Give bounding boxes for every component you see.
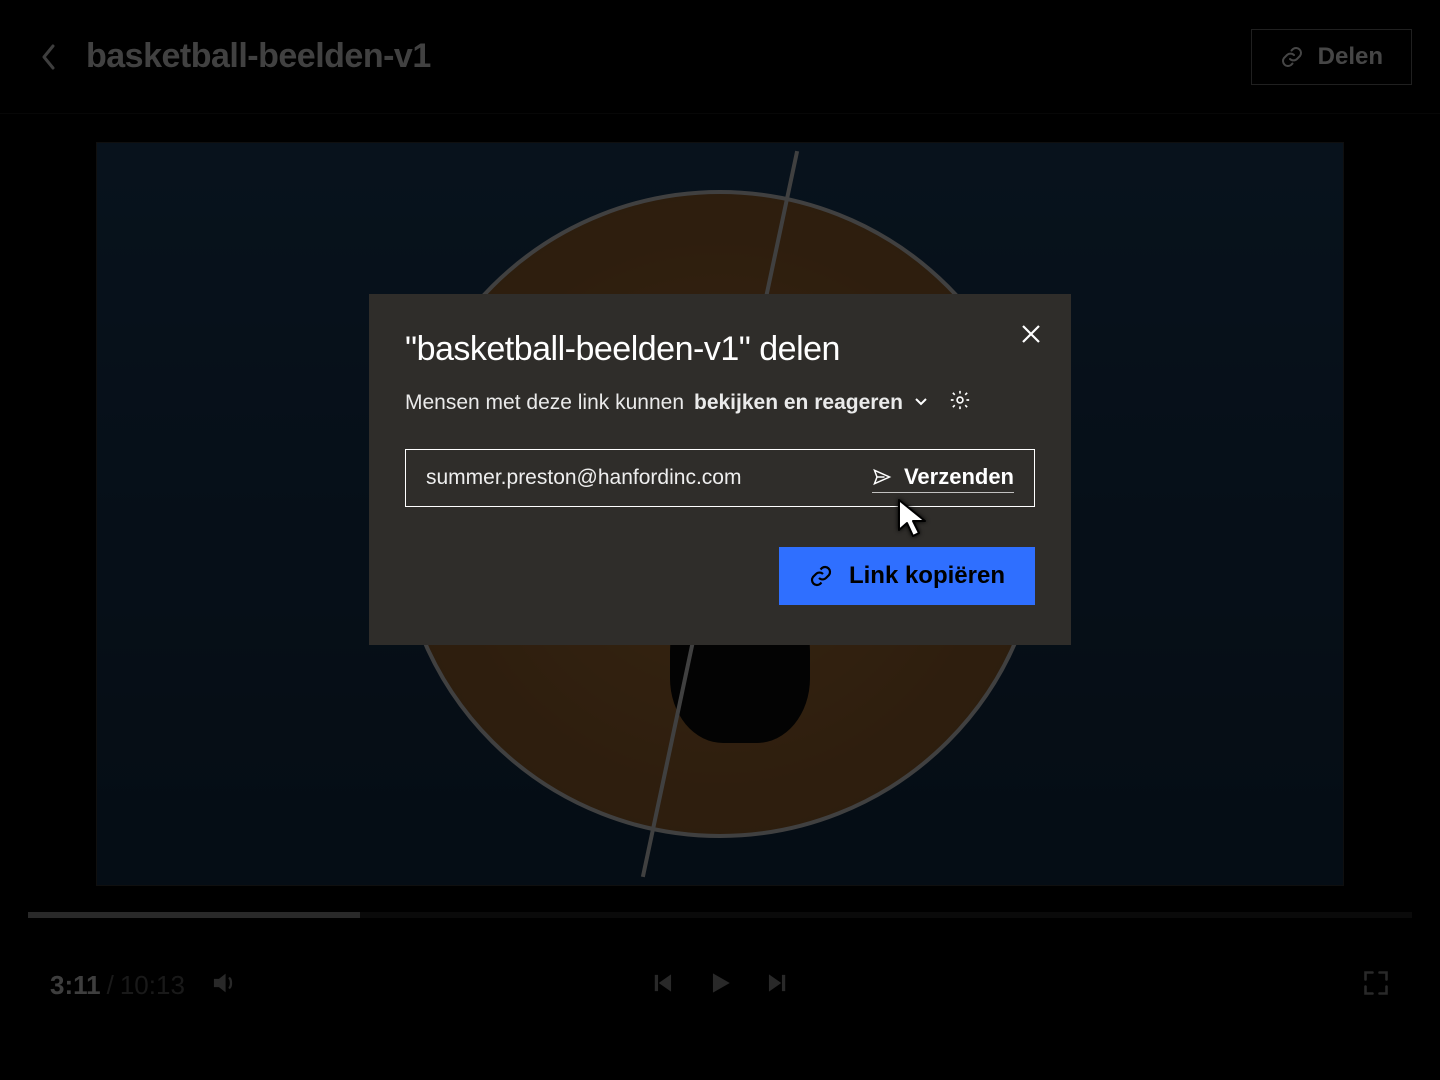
- email-box: Verzenden: [405, 449, 1035, 507]
- progress-fill: [28, 912, 360, 918]
- link-icon: [1280, 45, 1304, 69]
- email-input[interactable]: [426, 466, 872, 490]
- copy-link-button[interactable]: Link kopiëren: [779, 547, 1035, 605]
- play-icon: [707, 970, 733, 996]
- share-button[interactable]: Delen: [1251, 29, 1412, 85]
- header: basketball-beelden-v1 Delen: [0, 0, 1440, 114]
- player-controls: 3:11/10:13: [28, 912, 1412, 1052]
- close-button[interactable]: [1015, 318, 1047, 350]
- link-icon: [809, 564, 833, 588]
- copy-link-label: Link kopiëren: [849, 562, 1005, 590]
- share-modal: "basketball-beelden-v1" delen Mensen met…: [369, 294, 1071, 645]
- page-title: basketball-beelden-v1: [86, 37, 431, 76]
- play-button[interactable]: [707, 970, 733, 1001]
- time-display: 3:11/10:13: [50, 970, 185, 1001]
- modal-title: "basketball-beelden-v1" delen: [405, 330, 1035, 369]
- progress-track[interactable]: [28, 912, 1412, 918]
- volume-icon: [211, 969, 239, 997]
- send-label: Verzenden: [904, 464, 1014, 490]
- prev-frame-icon: [651, 970, 677, 996]
- permission-dropdown[interactable]: [913, 391, 929, 415]
- permission-mode[interactable]: bekijken en reageren: [694, 391, 903, 415]
- back-button[interactable]: [36, 44, 62, 70]
- current-time: 3:11: [50, 970, 101, 1000]
- chevron-down-icon: [913, 393, 929, 409]
- next-frame-icon: [763, 970, 789, 996]
- send-icon: [872, 467, 892, 487]
- total-time: 10:13: [120, 970, 185, 1000]
- permission-prefix: Mensen met deze link kunnen: [405, 391, 684, 415]
- chevron-left-icon: [41, 44, 57, 70]
- gear-icon: [949, 389, 971, 411]
- send-button[interactable]: Verzenden: [872, 464, 1014, 493]
- close-icon: [1020, 323, 1042, 345]
- volume-button[interactable]: [211, 969, 239, 1002]
- fullscreen-icon: [1362, 969, 1390, 997]
- next-frame-button[interactable]: [763, 970, 789, 1001]
- fullscreen-button[interactable]: [1362, 969, 1390, 1002]
- share-button-label: Delen: [1318, 43, 1383, 71]
- prev-frame-button[interactable]: [651, 970, 677, 1001]
- permission-settings-button[interactable]: [949, 389, 971, 417]
- permission-line: Mensen met deze link kunnen bekijken en …: [405, 389, 1035, 417]
